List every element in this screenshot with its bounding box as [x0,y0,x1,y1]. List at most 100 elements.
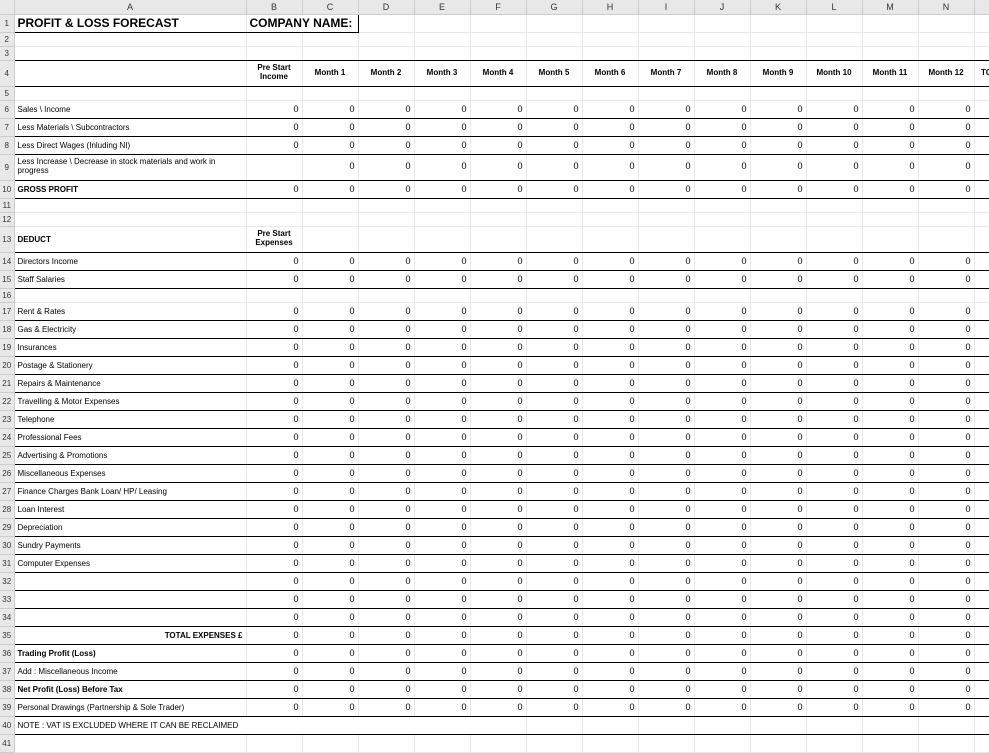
value-cell[interactable]: 0 [470,554,526,572]
cell[interactable] [974,198,989,212]
income-row-label[interactable]: Less Direct Wages (Inluding NI) [14,136,246,154]
value-cell[interactable]: 0 [862,662,918,680]
value-cell[interactable]: 0 [694,302,750,320]
value-cell[interactable]: 0 [470,100,526,118]
row-header-20[interactable]: 20 [0,356,14,374]
value-cell[interactable]: 0 [470,500,526,518]
expense-row-label[interactable]: Rent & Rates [14,302,246,320]
cell[interactable] [918,734,974,752]
value-cell[interactable]: 0 [974,338,989,356]
value-cell[interactable]: 0 [246,626,302,644]
value-cell[interactable]: 0 [414,662,470,680]
value-cell[interactable]: 0 [974,644,989,662]
row-header-41[interactable]: 41 [0,734,14,752]
value-cell[interactable]: 0 [358,536,414,554]
value-cell[interactable]: 0 [694,446,750,464]
value-cell[interactable]: 0 [470,662,526,680]
expense-row-label[interactable] [14,590,246,608]
value-cell[interactable]: 0 [918,698,974,716]
value-cell[interactable]: 0 [918,392,974,410]
cell[interactable] [302,734,358,752]
value-cell[interactable]: 0 [694,482,750,500]
value-cell[interactable]: 0 [526,136,582,154]
value-cell[interactable]: 0 [582,662,638,680]
value-cell[interactable]: 0 [918,554,974,572]
value-cell[interactable]: 0 [246,482,302,500]
value-cell[interactable]: 0 [862,590,918,608]
expense-row-label[interactable]: Gas & Electricity [14,320,246,338]
cell[interactable] [414,32,470,46]
value-cell[interactable]: 0 [302,302,358,320]
value-cell[interactable]: 0 [358,662,414,680]
value-cell[interactable]: 0 [246,118,302,136]
cell[interactable] [638,86,694,100]
value-cell[interactable]: 0 [358,446,414,464]
value-cell[interactable]: 0 [302,608,358,626]
col-header-D[interactable]: D [358,0,414,14]
col-header-B[interactable]: B [246,0,302,14]
value-cell[interactable]: 0 [974,608,989,626]
value-cell[interactable]: 0 [470,338,526,356]
col-header-H[interactable]: H [582,0,638,14]
value-cell[interactable]: 0 [358,320,414,338]
value-cell[interactable]: 0 [862,626,918,644]
value-cell[interactable]: 0 [358,100,414,118]
value-cell[interactable]: 0 [862,180,918,198]
value-cell[interactable]: 0 [750,180,806,198]
cell[interactable] [414,288,470,302]
cell[interactable] [806,716,862,734]
value-cell[interactable]: 0 [694,572,750,590]
value-cell[interactable]: 0 [918,446,974,464]
value-cell[interactable]: 0 [302,410,358,428]
value-cell[interactable]: 0 [246,252,302,270]
row-header-10[interactable]: 10 [0,180,14,198]
value-cell[interactable]: 0 [918,252,974,270]
value-cell[interactable]: 0 [582,500,638,518]
row-header-34[interactable]: 34 [0,608,14,626]
value-cell[interactable]: 0 [302,698,358,716]
value-cell[interactable]: 0 [974,252,989,270]
cell[interactable] [470,198,526,212]
value-cell[interactable]: 0 [806,338,862,356]
cell[interactable] [694,198,750,212]
value-cell[interactable]: 0 [806,374,862,392]
cell[interactable] [750,198,806,212]
value-cell[interactable]: 0 [918,320,974,338]
value-cell[interactable]: 0 [806,320,862,338]
cell[interactable] [638,716,694,734]
value-cell[interactable]: 0 [750,518,806,536]
row-header-27[interactable]: 27 [0,482,14,500]
cell[interactable] [302,46,358,60]
cell[interactable] [694,716,750,734]
cell[interactable] [582,198,638,212]
value-cell[interactable]: 0 [526,572,582,590]
cell[interactable] [638,212,694,226]
cell[interactable] [470,32,526,46]
value-cell[interactable]: 0 [638,626,694,644]
value-cell[interactable]: 0 [694,428,750,446]
cell[interactable] [862,716,918,734]
expense-row-label[interactable]: Finance Charges Bank Loan/ HP/ Leasing [14,482,246,500]
value-cell[interactable]: 0 [750,356,806,374]
row-header-22[interactable]: 22 [0,392,14,410]
value-cell[interactable]: 0 [470,136,526,154]
value-cell[interactable]: 0 [582,680,638,698]
value-cell[interactable]: 0 [638,270,694,288]
value-cell[interactable]: 0 [862,270,918,288]
value-cell[interactable]: 0 [806,410,862,428]
value-cell[interactable]: 0 [470,252,526,270]
value-cell[interactable]: 0 [750,392,806,410]
value-cell[interactable]: 0 [862,320,918,338]
cell[interactable] [14,46,246,60]
value-cell[interactable]: 0 [526,270,582,288]
cell[interactable] [526,226,582,252]
value-cell[interactable]: 0 [862,410,918,428]
row-header-19[interactable]: 19 [0,338,14,356]
value-cell[interactable]: 0 [526,302,582,320]
cell[interactable] [974,86,989,100]
cell[interactable] [918,32,974,46]
value-cell[interactable]: 0 [694,118,750,136]
value-cell[interactable]: 0 [358,572,414,590]
value-cell[interactable]: 0 [414,464,470,482]
cell[interactable] [582,86,638,100]
